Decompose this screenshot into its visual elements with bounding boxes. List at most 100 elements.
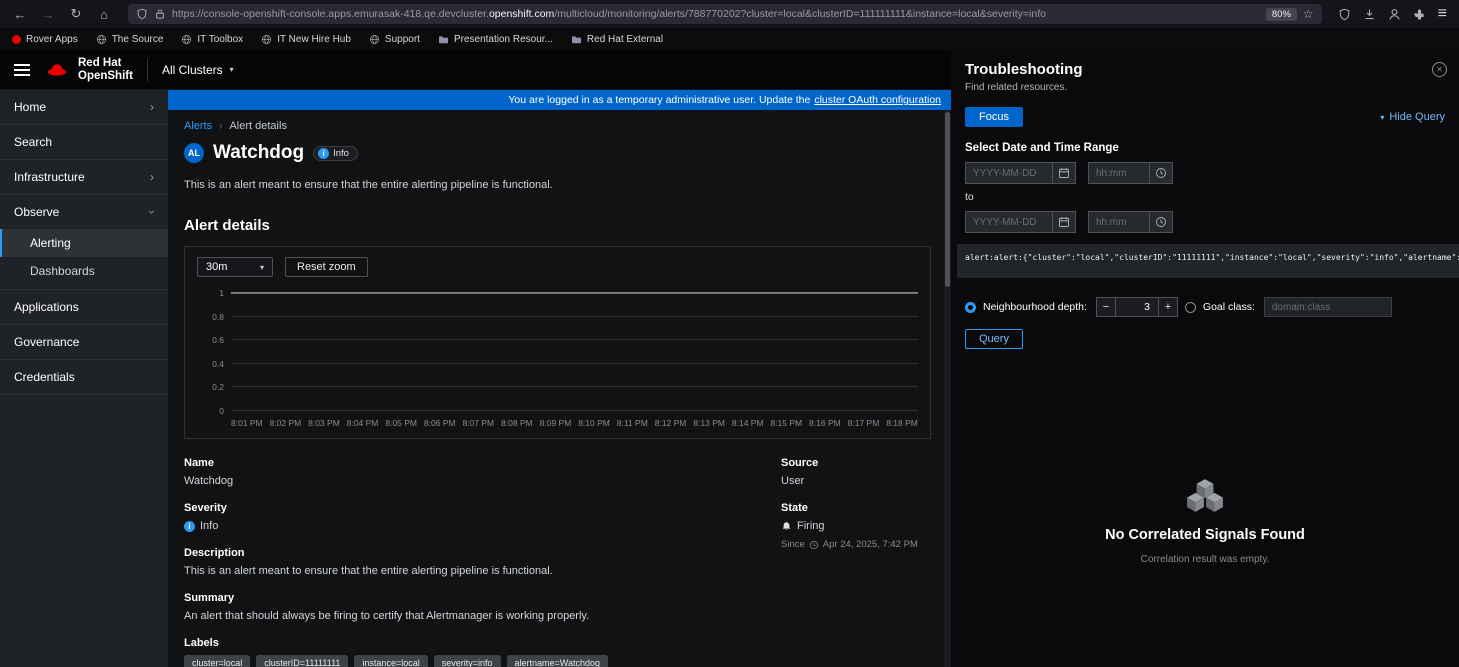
- correlation-query-input[interactable]: alert:alert:{"cluster":"local","clusterI…: [957, 244, 1459, 278]
- increment-button[interactable]: +: [1158, 297, 1178, 317]
- bookmark-it-toolbox[interactable]: IT Toolbox: [181, 34, 243, 45]
- severity-label: Severity: [184, 502, 763, 514]
- hide-query-toggle[interactable]: ▾ Hide Query: [1380, 111, 1445, 123]
- main-content: You are logged in as a temporary adminis…: [168, 90, 951, 667]
- sidebar-item-observe[interactable]: Observe ›: [0, 195, 168, 229]
- sidebar-item-home[interactable]: Home ›: [0, 90, 168, 124]
- bookmark-star-icon[interactable]: ☆: [1303, 7, 1314, 21]
- y-tick-label: 0.6: [212, 335, 224, 345]
- name-value: Watchdog: [184, 475, 763, 487]
- bookmark-rover-apps[interactable]: Rover Apps: [12, 34, 78, 45]
- calendar-icon[interactable]: [1052, 211, 1076, 233]
- sidebar-item-applications[interactable]: Applications: [0, 290, 168, 324]
- bookmark-it-new-hire-hub[interactable]: IT New Hire Hub: [261, 34, 351, 45]
- empty-state-subtitle: Correlation result was empty.: [965, 554, 1445, 565]
- globe-icon: [96, 34, 107, 45]
- redhat-openshift-logo[interactable]: Red HatOpenShift: [44, 57, 133, 82]
- clock-icon[interactable]: [1149, 211, 1173, 233]
- close-icon[interactable]: ✕: [1432, 62, 1447, 77]
- time-range-select[interactable]: 30m ▾: [197, 257, 273, 277]
- sidebar-item-search[interactable]: Search: [0, 125, 168, 159]
- globe-icon: [369, 34, 380, 45]
- calendar-icon[interactable]: [1052, 162, 1076, 184]
- alert-description: This is an alert meant to ensure that th…: [184, 179, 931, 191]
- sidebar-item-credentials[interactable]: Credentials: [0, 360, 168, 394]
- shield-icon[interactable]: [136, 8, 148, 20]
- name-label: Name: [184, 457, 763, 469]
- focus-button[interactable]: Focus: [965, 107, 1023, 127]
- y-tick-label: 0.2: [212, 382, 224, 392]
- forward-icon[interactable]: →: [36, 7, 60, 22]
- y-tick-label: 0.8: [212, 312, 224, 322]
- url-text[interactable]: https://console-openshift-console.apps.e…: [172, 8, 1260, 20]
- lock-icon[interactable]: [154, 8, 166, 20]
- start-date-input[interactable]: [965, 162, 1053, 184]
- breadcrumb-alerts-link[interactable]: Alerts: [184, 120, 212, 132]
- x-tick-label: 8:03 PM: [308, 418, 340, 428]
- label-chip[interactable]: severity=info: [434, 655, 501, 667]
- x-tick-label: 8:18 PM: [886, 418, 918, 428]
- section-title: Alert details: [184, 217, 931, 234]
- x-tick-label: 8:09 PM: [540, 418, 572, 428]
- downloads-icon[interactable]: [1363, 8, 1376, 21]
- query-button[interactable]: Query: [965, 329, 1023, 349]
- goal-class-radio[interactable]: [1185, 302, 1196, 313]
- severity-value: i Info: [184, 520, 763, 532]
- page-title: Watchdog: [213, 142, 304, 164]
- label-chip[interactable]: alertname=Watchdog: [507, 655, 608, 667]
- x-tick-label: 8:16 PM: [809, 418, 841, 428]
- sidebar-item-infrastructure[interactable]: Infrastructure ›: [0, 160, 168, 194]
- x-tick-label: 8:04 PM: [347, 418, 379, 428]
- start-time-input[interactable]: [1088, 162, 1150, 184]
- bookmark-folder-redhat-external[interactable]: Red Hat External: [571, 34, 663, 45]
- scrollbar-thumb[interactable]: [945, 112, 950, 287]
- main-scrollbar[interactable]: [944, 110, 951, 667]
- extensions-puzzle-icon[interactable]: [1413, 8, 1426, 21]
- nav-toggle-icon[interactable]: [14, 64, 30, 76]
- sidebar-item-governance[interactable]: Governance: [0, 325, 168, 359]
- y-tick-label: 0.4: [212, 359, 224, 369]
- clock-icon[interactable]: [1149, 162, 1173, 184]
- bookmark-support[interactable]: Support: [369, 34, 420, 45]
- url-bar[interactable]: https://console-openshift-console.apps.e…: [128, 4, 1322, 24]
- decrement-button[interactable]: −: [1096, 297, 1116, 317]
- sidebar-item-dashboards[interactable]: Dashboards: [0, 257, 168, 285]
- empty-state: No Correlated Signals Found Correlation …: [965, 479, 1445, 565]
- to-label: to: [965, 191, 1445, 203]
- reset-zoom-button[interactable]: Reset zoom: [285, 257, 368, 277]
- end-date-input[interactable]: [965, 211, 1053, 233]
- description-value: This is an alert meant to ensure that th…: [184, 565, 763, 577]
- cluster-selector-dropdown[interactable]: All Clusters ▾: [162, 63, 234, 77]
- severity-badge: i Info: [313, 146, 358, 161]
- sidebar-item-alerting[interactable]: Alerting: [0, 229, 168, 257]
- chevron-right-icon: ›: [150, 170, 154, 184]
- end-time-input[interactable]: [1088, 211, 1150, 233]
- chart-plot[interactable]: [231, 293, 918, 411]
- depth-value-input[interactable]: [1116, 297, 1158, 317]
- protections-shield-icon[interactable]: [1338, 8, 1351, 21]
- state-label: State: [781, 502, 931, 514]
- back-icon[interactable]: ←: [8, 7, 32, 22]
- bookmark-the-source[interactable]: The Source: [96, 34, 164, 45]
- x-tick-label: 8:17 PM: [848, 418, 880, 428]
- breadcrumb-separator-icon: ›: [219, 121, 222, 132]
- label-chip[interactable]: cluster=local: [184, 655, 250, 667]
- bookmark-folder-presentation[interactable]: Presentation Resour...: [438, 34, 553, 45]
- reload-icon[interactable]: ↻: [64, 6, 88, 22]
- label-chip[interactable]: clusterID=11111111: [256, 655, 348, 667]
- login-banner: You are logged in as a temporary adminis…: [168, 90, 951, 110]
- oauth-configuration-link[interactable]: cluster OAuth configuration: [814, 94, 941, 106]
- info-icon: i: [318, 148, 329, 159]
- neighbourhood-depth-radio[interactable]: [965, 302, 976, 313]
- zoom-level-badge[interactable]: 80%: [1266, 8, 1297, 21]
- summary-value: An alert that should always be firing to…: [184, 610, 763, 622]
- redhat-hat-icon: [44, 61, 70, 79]
- x-tick-label: 8:06 PM: [424, 418, 456, 428]
- goal-class-input[interactable]: [1264, 297, 1392, 317]
- labels-label: Labels: [184, 637, 763, 649]
- label-chip[interactable]: instance=local: [354, 655, 427, 667]
- account-icon[interactable]: [1388, 8, 1401, 21]
- home-icon[interactable]: ⌂: [92, 7, 116, 22]
- x-tick-label: 8:14 PM: [732, 418, 764, 428]
- browser-menu-icon[interactable]: ≡: [1438, 5, 1447, 23]
